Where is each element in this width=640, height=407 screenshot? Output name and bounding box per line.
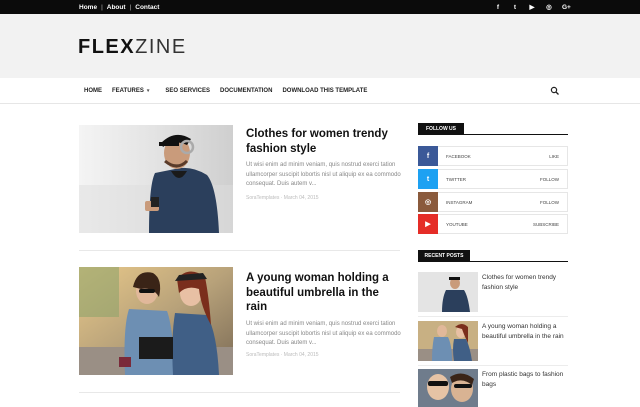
nav-label: SEO SERVICES — [165, 88, 210, 94]
post-card: Clothes for women trendy fashion style U… — [79, 125, 402, 235]
follow-action[interactable]: LIKE — [549, 154, 559, 159]
follow-widget-title: FOLLOW US — [418, 123, 568, 135]
post-meta: SoraTemplates · March 04, 2015 — [246, 352, 319, 358]
follow-name: FACEBOOK — [446, 153, 471, 159]
post-excerpt: Ut wisi enim ad minim veniam, quis nostr… — [246, 321, 401, 346]
nav-seo-services[interactable]: SEO SERVICES — [165, 88, 210, 94]
facebook-icon: f — [418, 146, 438, 166]
follow-name: TWITTER — [446, 176, 466, 182]
post-thumbnail[interactable] — [79, 125, 233, 233]
nav-label: DOWNLOAD THIS TEMPLATE — [282, 88, 368, 94]
follow-twitter[interactable]: t TWITTER FOLLOW — [418, 169, 568, 189]
post-card: A young woman holding a beautiful umbrel… — [79, 267, 402, 377]
top-links: Home | About | Contact — [79, 0, 159, 14]
nav-features[interactable]: FEATURES ▾ — [112, 88, 149, 94]
recent-post-item[interactable]: A young woman holding a beautiful umbrel… — [418, 321, 568, 361]
follow-name: INSTAGRAM — [446, 199, 473, 205]
post-excerpt: Ut wisi enim ad minim veniam, quis nostr… — [246, 162, 401, 187]
recent-post-thumbnail[interactable] — [418, 272, 478, 312]
twitter-icon: t — [418, 169, 438, 189]
nav-label: DOCUMENTATION — [219, 88, 273, 94]
post-meta: SoraTemplates · March 04, 2015 — [246, 195, 319, 201]
recent-divider — [418, 365, 568, 366]
nav-download-template[interactable]: DOWNLOAD THIS TEMPLATE — [282, 88, 367, 94]
search-icon[interactable] — [550, 86, 560, 96]
chevron-down-icon: ▾ — [146, 88, 150, 94]
widget-title-label: RECENT POSTS — [418, 250, 470, 262]
follow-facebook[interactable]: f FACEBOOK LIKE — [418, 146, 568, 166]
instagram-icon[interactable]: ◎ — [545, 3, 553, 11]
main-nav: HOME FEATURES ▾ SEO SERVICES DOCUMENTATIO… — [0, 78, 640, 104]
nav-label: HOME — [84, 88, 102, 94]
post-divider — [79, 250, 400, 251]
widget-title-label: FOLLOW US — [418, 123, 464, 135]
facebook-icon[interactable]: f — [494, 4, 502, 11]
recent-widget-title: RECENT POSTS — [418, 250, 568, 262]
nav-label: FEATURES — [112, 88, 144, 94]
separator: | — [101, 3, 103, 11]
site-logo[interactable]: FLEXZINE — [78, 36, 187, 59]
logo-thin: ZINE — [135, 36, 187, 58]
follow-name: YOUTUBE — [446, 221, 468, 227]
instagram-icon: ◎ — [418, 192, 438, 212]
recent-post-thumbnail[interactable] — [418, 369, 478, 407]
twitter-icon[interactable]: t — [511, 4, 519, 11]
top-link-home[interactable]: Home — [79, 4, 97, 11]
social-icons: f t ▶ ◎ G+ — [494, 0, 571, 14]
recent-post-item[interactable]: From plastic bags to fashion bags — [418, 369, 568, 407]
follow-action[interactable]: FOLLOW — [540, 200, 559, 205]
post-divider — [79, 392, 400, 393]
post-title[interactable]: Clothes for women trendy fashion style — [246, 127, 402, 156]
youtube-icon: ▶ — [418, 214, 438, 234]
post-thumbnail[interactable] — [79, 267, 233, 375]
recent-post-title[interactable]: Clothes for women trendy fashion style — [482, 273, 568, 293]
top-bar: Home | About | Contact f t ▶ ◎ G+ — [0, 0, 640, 14]
post-title[interactable]: A young woman holding a beautiful umbrel… — [246, 271, 402, 315]
recent-post-title[interactable]: From plastic bags to fashion bags — [482, 370, 568, 390]
follow-action[interactable]: FOLLOW — [540, 177, 559, 182]
recent-post-title[interactable]: A young woman holding a beautiful umbrel… — [482, 322, 568, 342]
logo-bold: FLEX — [78, 36, 136, 58]
follow-action[interactable]: SUBSCRIBE — [533, 222, 559, 227]
follow-instagram[interactable]: ◎ INSTAGRAM FOLLOW — [418, 192, 568, 212]
top-link-contact[interactable]: Contact — [135, 4, 159, 11]
googleplus-icon[interactable]: G+ — [562, 4, 571, 11]
follow-youtube[interactable]: ▶ YOUTUBE SUBSCRIBE — [418, 214, 568, 234]
top-link-about[interactable]: About — [107, 4, 126, 11]
recent-post-thumbnail[interactable] — [418, 321, 478, 361]
nav-documentation[interactable]: DOCUMENTATION — [220, 88, 272, 94]
recent-post-item[interactable]: Clothes for women trendy fashion style — [418, 272, 568, 312]
separator: | — [129, 3, 132, 11]
nav-home[interactable]: HOME — [84, 88, 102, 94]
youtube-icon[interactable]: ▶ — [528, 3, 536, 11]
site-header: FLEXZINE — [0, 14, 640, 78]
recent-divider — [418, 316, 568, 317]
